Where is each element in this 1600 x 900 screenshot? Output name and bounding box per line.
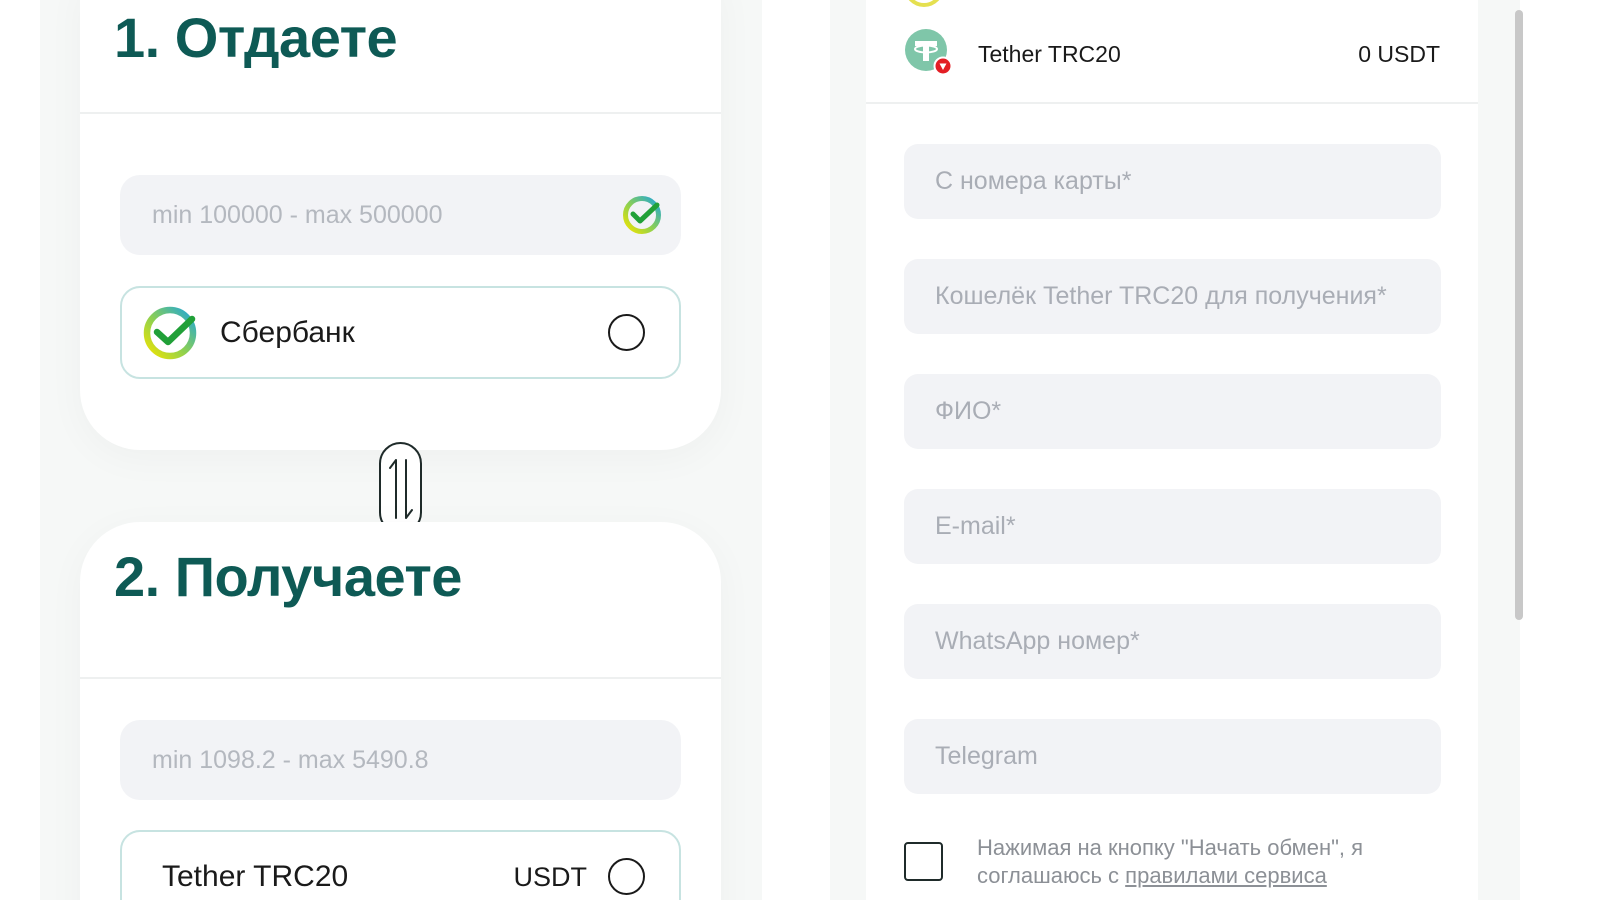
card-number-field[interactable] [904, 144, 1441, 219]
give-option-name: Сбербанк [220, 316, 355, 349]
give-divider [80, 112, 721, 114]
sberbank-logo-icon [623, 196, 661, 234]
receive-option-tether[interactable]: Tether TRC20 USDT [120, 830, 681, 900]
whatsapp-field[interactable] [904, 604, 1441, 679]
service-rules-link[interactable]: правилами сервиса [1125, 863, 1327, 888]
receive-divider [80, 677, 721, 679]
agreement-text: Нажимая на кнопку "Начать обмен", я согл… [977, 834, 1447, 890]
tether-trc20-icon [905, 29, 952, 76]
receive-option-name: Tether TRC20 [162, 860, 349, 893]
receive-amount-field[interactable] [120, 720, 681, 800]
coin-balance: 0 USDT [1358, 41, 1440, 67]
fio-field[interactable] [904, 374, 1441, 449]
wallet-input[interactable] [904, 259, 1441, 334]
give-option-sberbank[interactable]: Сбербанк [120, 286, 681, 379]
exchange-form-panel: Tether TRC20 0 USDT Нажимая на кнопку "Н… [866, 0, 1478, 900]
sberbank-logo-icon [143, 306, 197, 360]
coin-name: Tether TRC20 [978, 41, 1121, 67]
telegram-input[interactable] [904, 719, 1441, 794]
give-option-radio[interactable] [608, 314, 645, 351]
give-title: 1. Отдаете [114, 6, 398, 69]
coin-row: Tether TRC20 0 USDT [866, 0, 1478, 104]
swap-arrows-icon [389, 459, 413, 519]
wallet-field[interactable] [904, 259, 1441, 334]
give-amount-field[interactable] [120, 175, 681, 255]
give-amount-input[interactable] [120, 175, 681, 255]
swap-button[interactable] [379, 442, 422, 534]
fio-input[interactable] [904, 374, 1441, 449]
receive-card: 2. Получаете Tether TRC20 USDT [80, 522, 721, 900]
telegram-field[interactable] [904, 719, 1441, 794]
email-field[interactable] [904, 489, 1441, 564]
receive-option-currency: USDT [513, 862, 588, 892]
give-card: 1. Отдаете min 100000 - max 500000 Сберб… [80, 0, 721, 450]
receive-option-radio[interactable] [608, 858, 645, 895]
whatsapp-input[interactable] [904, 604, 1441, 679]
email-input[interactable] [904, 489, 1441, 564]
scrollbar[interactable] [1515, 10, 1523, 620]
card-number-input[interactable] [904, 144, 1441, 219]
agree-checkbox[interactable] [904, 842, 943, 881]
receive-title: 2. Получаете [114, 545, 462, 608]
receive-amount-input[interactable] [120, 720, 681, 800]
